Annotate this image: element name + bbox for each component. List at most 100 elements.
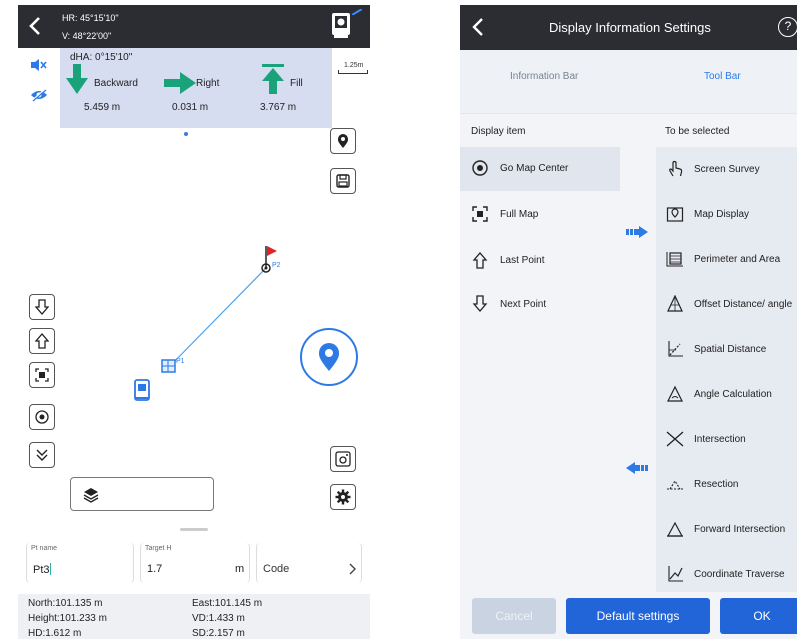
forward-intersection-icon xyxy=(666,521,684,537)
option-forward-intersection[interactable]: Forward Intersection xyxy=(656,507,797,552)
help-icon[interactable]: ? xyxy=(778,17,797,37)
east-value: East:101.145 m xyxy=(192,598,263,609)
option-label: Spatial Distance xyxy=(694,344,767,355)
move-right-arrow-icon[interactable] xyxy=(626,226,648,238)
option-label: Map Display xyxy=(694,209,750,220)
camera-button[interactable] xyxy=(330,446,356,472)
option-screen-survey[interactable]: Screen Survey xyxy=(656,147,797,192)
arrow-up-icon xyxy=(262,64,284,94)
hd-value: HD:1.612 m xyxy=(28,628,82,639)
display-item-label: Last Point xyxy=(500,255,545,266)
full-map-button[interactable] xyxy=(29,362,55,388)
to-be-selected-list: Screen Survey Map Display Perimeter and … xyxy=(656,147,797,592)
spatial-icon xyxy=(668,341,683,357)
full-map-icon xyxy=(472,206,488,222)
option-intersection[interactable]: Intersection xyxy=(656,417,797,462)
map-view[interactable]: P2 P1 xyxy=(18,128,370,528)
code-placeholder: Code xyxy=(263,563,290,575)
stake-line xyxy=(167,267,267,369)
visibility-off-icon[interactable] xyxy=(30,88,48,102)
to-be-selected-header: To be selected xyxy=(665,126,730,137)
save-button[interactable] xyxy=(330,168,356,194)
arrow-down-icon xyxy=(66,64,88,94)
pt-name-field[interactable]: Pt name Pt3 xyxy=(26,543,134,583)
tab-tool-bar[interactable]: Tool Bar xyxy=(704,71,741,82)
full-map-icon xyxy=(35,368,49,382)
option-label: Forward Intersection xyxy=(694,524,786,535)
tab-information-bar[interactable]: Information Bar xyxy=(510,71,578,82)
offset-icon xyxy=(667,295,683,312)
pt-name-value: Pt3 xyxy=(33,563,51,576)
vd-value: VD:1.433 m xyxy=(192,613,245,624)
traverse-icon xyxy=(668,566,683,582)
option-label: Intersection xyxy=(694,434,746,445)
option-angle-calculation[interactable]: Angle Calculation xyxy=(656,372,797,417)
display-settings-screen: Display Information Settings ? Informati… xyxy=(460,5,797,639)
total-station-icon[interactable] xyxy=(328,11,354,39)
option-map-display[interactable]: Map Display xyxy=(656,192,797,237)
instrument-icon xyxy=(134,379,150,401)
display-item-last-point[interactable]: Last Point xyxy=(460,239,620,283)
drag-handle[interactable] xyxy=(180,528,208,531)
chevron-right-icon xyxy=(349,563,356,575)
target-icon xyxy=(472,160,488,176)
height-value: Height:101.233 m xyxy=(28,613,107,624)
tab-bar: Information Bar Tool Bar xyxy=(460,50,797,114)
north-value: North:101.135 m xyxy=(28,598,103,609)
scale-line xyxy=(338,70,368,74)
pt-name-label: Pt name xyxy=(31,545,58,552)
collapse-button[interactable] xyxy=(29,442,55,468)
locate-button[interactable] xyxy=(300,328,358,386)
double-chevron-down-icon xyxy=(36,449,48,461)
next-point-button[interactable] xyxy=(29,294,55,320)
display-item-label: Next Point xyxy=(500,299,547,310)
display-item-go-map-center[interactable]: Go Map Center xyxy=(460,147,620,191)
v-readout: V: 48°22'00" xyxy=(62,31,112,41)
option-offset-distance-angle[interactable]: Offset Distance/ angle xyxy=(656,282,797,327)
option-coordinate-traverse[interactable]: Coordinate Traverse xyxy=(656,552,797,592)
layer-toolbar[interactable] xyxy=(70,477,214,511)
option-label: Coordinate Traverse xyxy=(694,569,785,580)
mute-icon[interactable] xyxy=(30,58,48,72)
unit-label: m xyxy=(235,563,245,575)
option-spatial-distance[interactable]: Spatial Distance xyxy=(656,327,797,372)
go-map-center-button[interactable] xyxy=(29,404,55,430)
stakeout-screen: HR: 45°15'10" V: 48°22'00" dHA: 0°15'10"… xyxy=(18,5,370,639)
pin-button[interactable] xyxy=(330,128,356,154)
display-item-header: Display item xyxy=(471,126,526,137)
hr-readout: HR: 45°15'10" xyxy=(62,13,119,23)
code-field[interactable]: Code xyxy=(256,543,362,583)
area-icon xyxy=(666,252,683,267)
pin-icon xyxy=(338,134,348,148)
back-icon[interactable] xyxy=(26,15,46,37)
target-h-field[interactable]: Target H 1.7 m xyxy=(140,543,250,583)
settings-button[interactable] xyxy=(330,484,356,510)
point-label-p2: P2 xyxy=(272,262,281,269)
resection-icon xyxy=(667,479,683,490)
display-item-full-map[interactable]: Full Map xyxy=(460,193,620,237)
option-perimeter-and-area[interactable]: Perimeter and Area xyxy=(656,237,797,282)
option-label: Resection xyxy=(694,479,739,490)
side-tools xyxy=(18,48,60,128)
back-icon[interactable] xyxy=(470,17,488,37)
target-icon xyxy=(35,410,49,424)
right-value: 0.031 m xyxy=(172,102,209,113)
scale-bar: 1.25m xyxy=(332,48,370,128)
backward-label: Backward xyxy=(94,78,138,89)
display-item-next-point[interactable]: Next Point xyxy=(460,283,620,327)
location-pin-icon xyxy=(319,343,339,371)
option-label: Offset Distance/ angle xyxy=(694,299,793,310)
move-left-arrow-icon[interactable] xyxy=(626,462,648,474)
option-label: Angle Calculation xyxy=(694,389,772,400)
cancel-button[interactable]: Cancel xyxy=(472,598,556,634)
scale-label: 1.25m xyxy=(344,62,364,69)
dha-readout: dHA: 0°15'10" xyxy=(70,52,133,63)
option-resection[interactable]: Resection xyxy=(656,462,797,507)
map-canvas xyxy=(134,246,277,401)
top-bar: HR: 45°15'10" V: 48°22'00" xyxy=(18,5,370,48)
arrow-right-icon xyxy=(164,72,196,94)
ok-button[interactable]: OK xyxy=(720,598,797,634)
point-p1-icon xyxy=(161,359,176,373)
last-point-button[interactable] xyxy=(29,328,55,354)
default-settings-button[interactable]: Default settings xyxy=(566,598,710,634)
